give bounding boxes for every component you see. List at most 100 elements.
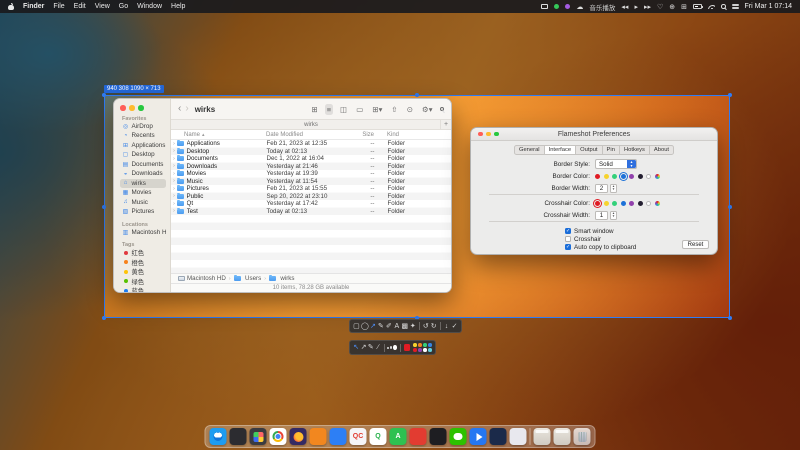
new-tab-button[interactable]: +: [440, 120, 451, 129]
line-mode-icon[interactable]: ∕: [375, 344, 381, 351]
stroke-size-large[interactable]: [393, 345, 397, 350]
border-style-dropdown[interactable]: Solid ▴▾: [595, 159, 637, 169]
menu-item-window[interactable]: Window: [137, 3, 162, 10]
trash-dock-icon[interactable]: [574, 428, 591, 445]
grid-icon[interactable]: ⊞: [681, 3, 687, 11]
selection-handle-ne[interactable]: [728, 93, 732, 97]
sidebar-item-movies[interactable]: ▦Movies: [120, 188, 166, 198]
search-icon[interactable]: [721, 4, 726, 9]
sidebar-item-recents[interactable]: ◔Recents: [120, 131, 166, 141]
menu-item-go[interactable]: Go: [119, 3, 128, 10]
confirm-icon[interactable]: ✓: [451, 323, 458, 330]
status-green-icon[interactable]: [554, 4, 559, 9]
selection-handle-nw[interactable]: [102, 93, 106, 97]
column-header-name[interactable]: Name▴: [171, 132, 266, 138]
palette-color-swatch[interactable]: [428, 343, 432, 347]
path-segment[interactable]: wirks: [269, 275, 295, 282]
tab-hotkeys[interactable]: Hotkeys: [619, 145, 650, 155]
menu-item-view[interactable]: View: [95, 3, 110, 10]
palette-color-swatch[interactable]: [428, 348, 432, 352]
border-color-swatch[interactable]: [604, 174, 609, 179]
close-button[interactable]: [120, 105, 126, 111]
border-width-field[interactable]: 2: [595, 184, 608, 193]
palette-color-swatch[interactable]: [413, 348, 417, 352]
stroke-size-medium[interactable]: [390, 346, 393, 349]
redo-icon[interactable]: ↻: [430, 323, 437, 330]
action-menu-button[interactable]: ⚙▾: [420, 104, 435, 115]
column-header-kind[interactable]: Kind: [379, 132, 399, 138]
zoom-button[interactable]: [138, 105, 144, 111]
tab-general[interactable]: General: [514, 145, 545, 155]
tab-pin[interactable]: Pin: [602, 145, 620, 155]
blur-tool-icon[interactable]: ▩: [401, 323, 408, 330]
table-row[interactable]: ›PublicSep 20, 2022 at 23:10--Folder: [171, 193, 451, 201]
media-previous-icon[interactable]: ◂◂: [621, 3, 628, 11]
dark-app-dock-icon[interactable]: [230, 428, 247, 445]
table-row[interactable]: ›QtYesterday at 17:42--Folder: [171, 200, 451, 208]
selection-handle-n[interactable]: [415, 93, 419, 97]
sidebar-item-desktop[interactable]: ▢Desktop: [120, 150, 166, 160]
sidebar-item-downloads[interactable]: ◒Downloads: [120, 169, 166, 179]
back-button[interactable]: ‹: [178, 104, 181, 114]
table-row[interactable]: ›MoviesYesterday at 19:39--Folder: [171, 170, 451, 178]
sidebar-tag-item[interactable]: 红色: [120, 248, 166, 258]
forward-button[interactable]: ›: [185, 104, 188, 114]
save-icon[interactable]: ↓: [443, 323, 450, 330]
sidebar-item-applications[interactable]: ⊞Applications: [120, 141, 166, 151]
menu-item-help[interactable]: Help: [171, 3, 185, 10]
checkbox[interactable]: ✓: [565, 228, 571, 234]
path-segment[interactable]: Users: [234, 275, 262, 282]
border-color-swatch[interactable]: [655, 174, 660, 179]
pen-mode-icon[interactable]: ✎: [368, 344, 374, 351]
palette-color-swatch[interactable]: [418, 348, 422, 352]
finder-dock-icon[interactable]: [210, 428, 227, 445]
tab-interface[interactable]: Interface: [544, 145, 577, 155]
red-app-dock-icon[interactable]: [410, 428, 427, 445]
control-center-icon[interactable]: [732, 4, 739, 9]
tags-button[interactable]: ⊙: [405, 104, 415, 115]
a-app-dock-icon[interactable]: A: [390, 428, 407, 445]
sidebar-item-documents[interactable]: ▤Documents: [120, 160, 166, 170]
add-icon[interactable]: ⊕: [669, 3, 675, 11]
reset-button[interactable]: Reset: [682, 240, 709, 249]
q-app-dock-icon[interactable]: Q: [370, 428, 387, 445]
crosshair-color-swatch[interactable]: [595, 201, 600, 206]
media-next-icon[interactable]: ▸▸: [644, 3, 651, 11]
sidebar-item-wirks[interactable]: ⌂wirks: [120, 179, 166, 189]
status-purple-icon[interactable]: [565, 4, 570, 9]
table-row[interactable]: ›MusicYesterday at 11:54--Folder: [171, 178, 451, 186]
toolbar-search-icon[interactable]: [440, 107, 445, 112]
sidebar-tag-item[interactable]: 蓝色: [120, 286, 166, 292]
column-header-date[interactable]: Date Modified: [266, 132, 346, 138]
icon-view-button[interactable]: ⊞: [309, 104, 319, 115]
wifi-icon[interactable]: [708, 5, 715, 9]
apple-menu-icon[interactable]: [8, 3, 14, 10]
marker-tool-icon[interactable]: ✐: [385, 323, 392, 330]
palette-color-swatch[interactable]: [423, 343, 427, 347]
undo-icon[interactable]: ↺: [422, 323, 429, 330]
menu-bar-clock[interactable]: Fri Mar 1 07:14: [745, 3, 792, 10]
crosshair-color-swatch[interactable]: [638, 201, 643, 206]
gallery-view-button[interactable]: ▭: [354, 104, 365, 115]
heart-icon[interactable]: ♡: [657, 3, 663, 11]
display-icon[interactable]: [541, 4, 548, 9]
border-color-swatch[interactable]: [638, 174, 643, 179]
finder-tab-title[interactable]: wirks: [304, 122, 318, 128]
group-by-button[interactable]: ⊞▾: [370, 104, 384, 115]
text-tool-icon[interactable]: A: [393, 323, 400, 330]
sidebar-tag-item[interactable]: 橙色: [120, 258, 166, 268]
checkbox[interactable]: ✓: [565, 244, 571, 250]
table-row[interactable]: ›DesktopToday at 02:13--Folder: [171, 148, 451, 156]
black-app-dock-icon[interactable]: [430, 428, 447, 445]
share-button[interactable]: ⇧: [389, 104, 399, 115]
menu-item-edit[interactable]: Edit: [74, 3, 86, 10]
current-color-swatch[interactable]: [404, 344, 410, 351]
border-color-swatch[interactable]: [621, 174, 626, 179]
crosshair-color-swatch[interactable]: [612, 201, 617, 206]
orange-app-dock-icon[interactable]: [310, 428, 327, 445]
media-play-icon[interactable]: ▸: [634, 3, 638, 11]
border-color-swatch[interactable]: [629, 174, 634, 179]
pointer-mode-icon[interactable]: ↖: [353, 344, 359, 351]
sidebar-item-music[interactable]: ♫Music: [120, 198, 166, 208]
crosshair-color-swatch[interactable]: [655, 201, 660, 206]
